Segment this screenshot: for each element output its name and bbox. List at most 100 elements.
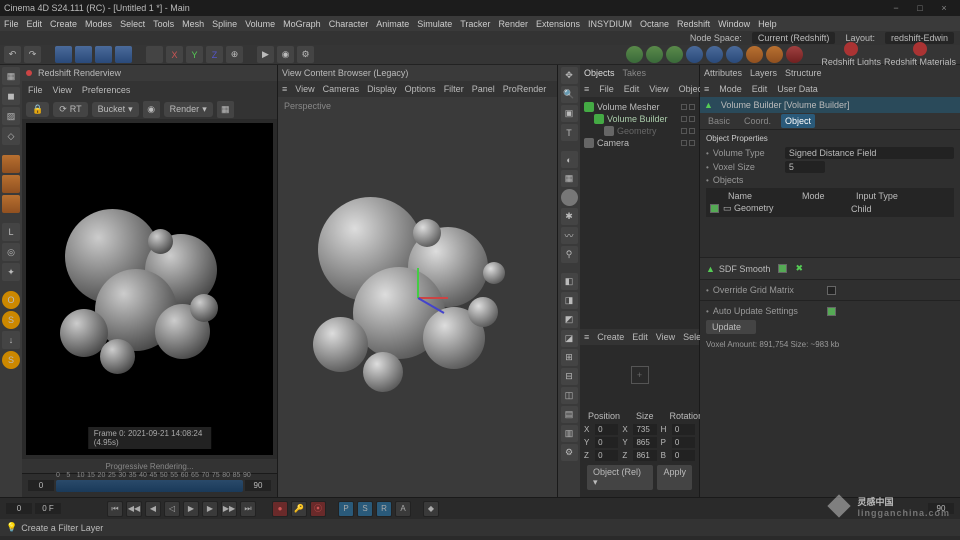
- camera-icon[interactable]: [766, 46, 783, 63]
- coord-mode-dropdown[interactable]: Object (Rel) ▾: [587, 465, 653, 490]
- vp-menu-view[interactable]: View: [295, 84, 314, 94]
- prev-frame-button[interactable]: ◀: [145, 501, 161, 517]
- play-button[interactable]: ▶: [183, 501, 199, 517]
- field-icon[interactable]: [726, 46, 743, 63]
- attr-menu-edit[interactable]: Edit: [752, 84, 768, 94]
- v3-icon[interactable]: ◩: [561, 311, 578, 328]
- coord-input[interactable]: 865: [633, 437, 656, 448]
- insydium-icon[interactable]: S: [2, 311, 20, 329]
- grid-checkbox[interactable]: [827, 286, 836, 295]
- coord-input[interactable]: 0: [595, 424, 618, 435]
- tree-flags[interactable]: [681, 104, 695, 110]
- menu-simulate[interactable]: Simulate: [417, 19, 452, 29]
- menu-mesh[interactable]: Mesh: [182, 19, 204, 29]
- nav-icon[interactable]: ✥: [561, 67, 578, 84]
- vp-menu-display[interactable]: Display: [367, 84, 397, 94]
- add-material-button[interactable]: +: [631, 366, 649, 384]
- generator-icon[interactable]: [686, 46, 703, 63]
- attr-tab-layers[interactable]: Layers: [750, 68, 777, 78]
- render-dropdown[interactable]: Render ▾: [164, 102, 213, 117]
- menu-extensions[interactable]: Extensions: [536, 19, 580, 29]
- deformer-icon[interactable]: [706, 46, 723, 63]
- auto-checkbox[interactable]: [827, 307, 836, 316]
- mat-icon[interactable]: [561, 189, 578, 206]
- prev-key-button[interactable]: ◀◀: [126, 501, 142, 517]
- hair-icon[interactable]: 〰: [561, 227, 578, 244]
- next-frame-button[interactable]: ▶: [202, 501, 218, 517]
- mat-menu-create[interactable]: Create: [597, 332, 624, 342]
- vp-menu-panel[interactable]: Panel: [472, 84, 495, 94]
- mat-menu-icon[interactable]: ≡: [584, 332, 589, 342]
- mat-menu-view[interactable]: View: [656, 332, 675, 342]
- rv-menu-file[interactable]: File: [28, 85, 43, 95]
- undo-icon[interactable]: ↶: [4, 46, 21, 63]
- rt-toggle[interactable]: ⟳ RT: [53, 102, 87, 117]
- obj-tab-takes[interactable]: Takes: [623, 68, 647, 78]
- poly-mode-icon[interactable]: [2, 195, 20, 213]
- edge-mode-icon[interactable]: [2, 175, 20, 193]
- rv-menu-preferences[interactable]: Preferences: [82, 85, 131, 95]
- voltype-dropdown[interactable]: Signed Distance Field: [785, 147, 954, 159]
- lock-toggle[interactable]: 🔒: [26, 102, 49, 117]
- menu-spline[interactable]: Spline: [212, 19, 237, 29]
- attr-menu-mode[interactable]: Mode: [719, 84, 742, 94]
- vp-menu-icon[interactable]: ≡: [282, 84, 287, 94]
- attr-menu-icon[interactable]: ≡: [704, 84, 709, 94]
- menu-window[interactable]: Window: [718, 19, 750, 29]
- attr-tab-structure[interactable]: Structure: [785, 68, 822, 78]
- light-icon[interactable]: [746, 46, 763, 63]
- vp-menu-cameras[interactable]: Cameras: [323, 84, 360, 94]
- key-button[interactable]: ⦿: [310, 501, 326, 517]
- snapshot-icon[interactable]: ◉: [143, 101, 160, 118]
- scale-key-button[interactable]: S: [357, 501, 373, 517]
- menu-file[interactable]: File: [4, 19, 19, 29]
- tree-item[interactable]: Volume Builder: [584, 113, 695, 125]
- axis-icon[interactable]: L: [2, 223, 20, 241]
- pos-key-button[interactable]: P: [338, 501, 354, 517]
- tree-item[interactable]: Volume Mesher: [584, 101, 695, 113]
- rotate-tool-icon[interactable]: [115, 46, 132, 63]
- menu-insydium[interactable]: INSYDIUM: [588, 19, 632, 29]
- attr-subtab-coord[interactable]: Coord.: [740, 114, 775, 128]
- sdf-enable-checkbox[interactable]: [778, 264, 787, 273]
- tl-start-field[interactable]: 0: [6, 503, 32, 514]
- prim-spline-icon[interactable]: [666, 46, 683, 63]
- bucket-dropdown[interactable]: Bucket ▾: [92, 102, 139, 117]
- attr-tab-attributes[interactable]: Attributes: [704, 68, 742, 78]
- world-icon[interactable]: ⊕: [226, 46, 243, 63]
- vp-menu-prorender[interactable]: ProRender: [503, 84, 547, 94]
- timeline-track[interactable]: 051015202530354045505560657075808590: [56, 480, 243, 492]
- obj-menu-icon[interactable]: ≡: [584, 84, 589, 94]
- coord-input[interactable]: 0: [672, 437, 695, 448]
- prim-sphere-icon[interactable]: [646, 46, 663, 63]
- menu-octane[interactable]: Octane: [640, 19, 669, 29]
- menu-character[interactable]: Character: [329, 19, 369, 29]
- obj-menu-file[interactable]: File: [599, 84, 614, 94]
- render-view-icon[interactable]: ▶: [257, 46, 274, 63]
- viewsnap-icon[interactable]: ◎: [2, 243, 20, 261]
- coord-input[interactable]: 0: [672, 450, 695, 461]
- attr-subtab-basic[interactable]: Basic: [704, 114, 734, 128]
- obj-row-checkbox[interactable]: [710, 204, 719, 213]
- tree-item[interactable]: Camera: [584, 137, 695, 149]
- axis-x-icon[interactable]: X: [166, 46, 183, 63]
- render-pict-icon[interactable]: ◉: [277, 46, 294, 63]
- snap-icon[interactable]: ✦: [2, 263, 20, 281]
- menu-tools[interactable]: Tools: [153, 19, 174, 29]
- hud-icon[interactable]: T: [561, 124, 578, 141]
- timeline-end[interactable]: 90: [245, 480, 271, 491]
- menu-help[interactable]: Help: [758, 19, 777, 29]
- minimize-button[interactable]: −: [884, 1, 908, 15]
- make-editable-icon[interactable]: ▦: [2, 67, 20, 85]
- char-icon[interactable]: ⚲: [561, 246, 578, 263]
- mograph-icon[interactable]: ✱: [561, 208, 578, 225]
- obj-menu-view[interactable]: View: [649, 84, 668, 94]
- menu-create[interactable]: Create: [50, 19, 77, 29]
- tree-item[interactable]: Geometry: [584, 125, 695, 137]
- tl-end-field[interactable]: 90: [928, 503, 954, 514]
- render-settings-icon[interactable]: ⚙: [297, 46, 314, 63]
- wire-icon[interactable]: ▦: [561, 170, 578, 187]
- sdf-smooth-label[interactable]: SDF Smooth: [719, 264, 771, 274]
- v8-icon[interactable]: ▤: [561, 406, 578, 423]
- obj-row-name[interactable]: ▭ Geometry: [723, 203, 793, 214]
